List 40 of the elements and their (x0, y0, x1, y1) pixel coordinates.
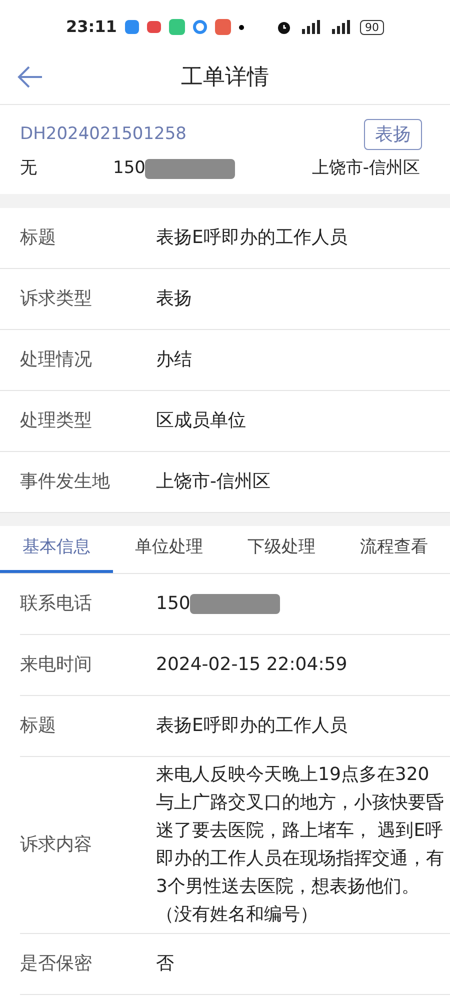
field-value: 区成员单位 (156, 409, 246, 433)
field-label: 来电时间 (20, 653, 93, 677)
tab[interactable]: 下级处理 (225, 526, 338, 572)
field-label: 标题 (20, 714, 57, 738)
field-label: 处理情况 (20, 348, 93, 372)
app-icon (214, 19, 231, 35)
field-label: 标题 (20, 226, 57, 250)
field-value: 表扬E呼即办的工作人员 (156, 714, 348, 738)
alarm-icon (276, 19, 292, 35)
contact-name: 无 (20, 157, 38, 180)
app-icon (124, 20, 139, 34)
field-label: 处理类型 (20, 409, 93, 433)
page-title: 工单详情 (181, 64, 269, 92)
field-label: 事件发生地 (20, 470, 111, 494)
status-time: 23:11 (66, 16, 117, 38)
tab[interactable]: 单位处理 (112, 526, 225, 572)
tab[interactable]: 基本信息 (0, 526, 112, 572)
field-value: 2024-02-15 22:04:59 (156, 652, 348, 676)
app-icon (192, 20, 207, 34)
field-value: 表扬 (156, 287, 192, 311)
field-label: 诉求类型 (20, 287, 93, 311)
signal-icon (300, 20, 322, 34)
field-value: 150 (156, 592, 190, 616)
tab[interactable]: 流程查看 (338, 526, 450, 572)
field-label: 联系电话 (20, 592, 93, 616)
order-number: DH2024021501258 (20, 122, 186, 146)
type-tag: 表扬 (364, 119, 422, 150)
battery-level: 90 (360, 20, 384, 34)
location-text: 上饶市-信州区 (312, 157, 420, 180)
field-label: 诉求内容 (20, 833, 93, 857)
app-icon (168, 19, 185, 35)
field-value: 上饶市-信州区 (156, 470, 270, 494)
app-icon (146, 21, 161, 33)
field-value: 办结 (156, 348, 192, 372)
phone-number: 150 (113, 157, 146, 180)
field-label: 是否保密 (20, 952, 93, 976)
signal-icon (330, 20, 352, 34)
field-value: 来电人反映今天晚上19点多在320与上广路交叉口的地方，小孩快要昏迷了要去医院，路上堵车， 遇到E呼即办的工作人员在现场指挥交通，有3个男性送去医院，想表扬他们。（没有姓名和编号） (156, 762, 445, 926)
field-value: 否 (156, 952, 174, 976)
field-value: 表扬E呼即办的工作人员 (156, 226, 348, 250)
